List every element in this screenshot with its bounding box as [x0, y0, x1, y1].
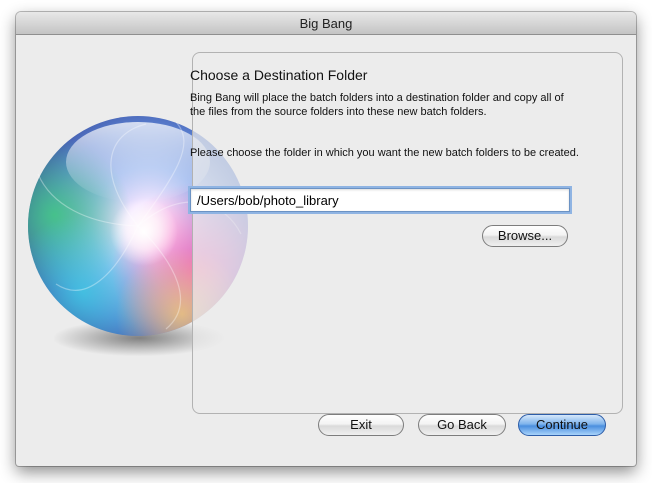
step-description: Bing Bang will place the batch folders i…	[190, 92, 564, 118]
go-back-button[interactable]: Go Back	[418, 414, 506, 436]
window-title: Big Bang	[299, 16, 353, 31]
step-heading: Choose a Destination Folder	[190, 67, 368, 83]
folder-prompt: Please choose the folder in which you wa…	[190, 147, 579, 159]
destination-path-input[interactable]	[190, 188, 570, 212]
continue-button[interactable]: Continue	[518, 414, 606, 436]
browse-button[interactable]: Browse...	[482, 225, 568, 247]
title-bar[interactable]: Big Bang	[16, 12, 636, 35]
exit-button[interactable]: Exit	[318, 414, 404, 436]
